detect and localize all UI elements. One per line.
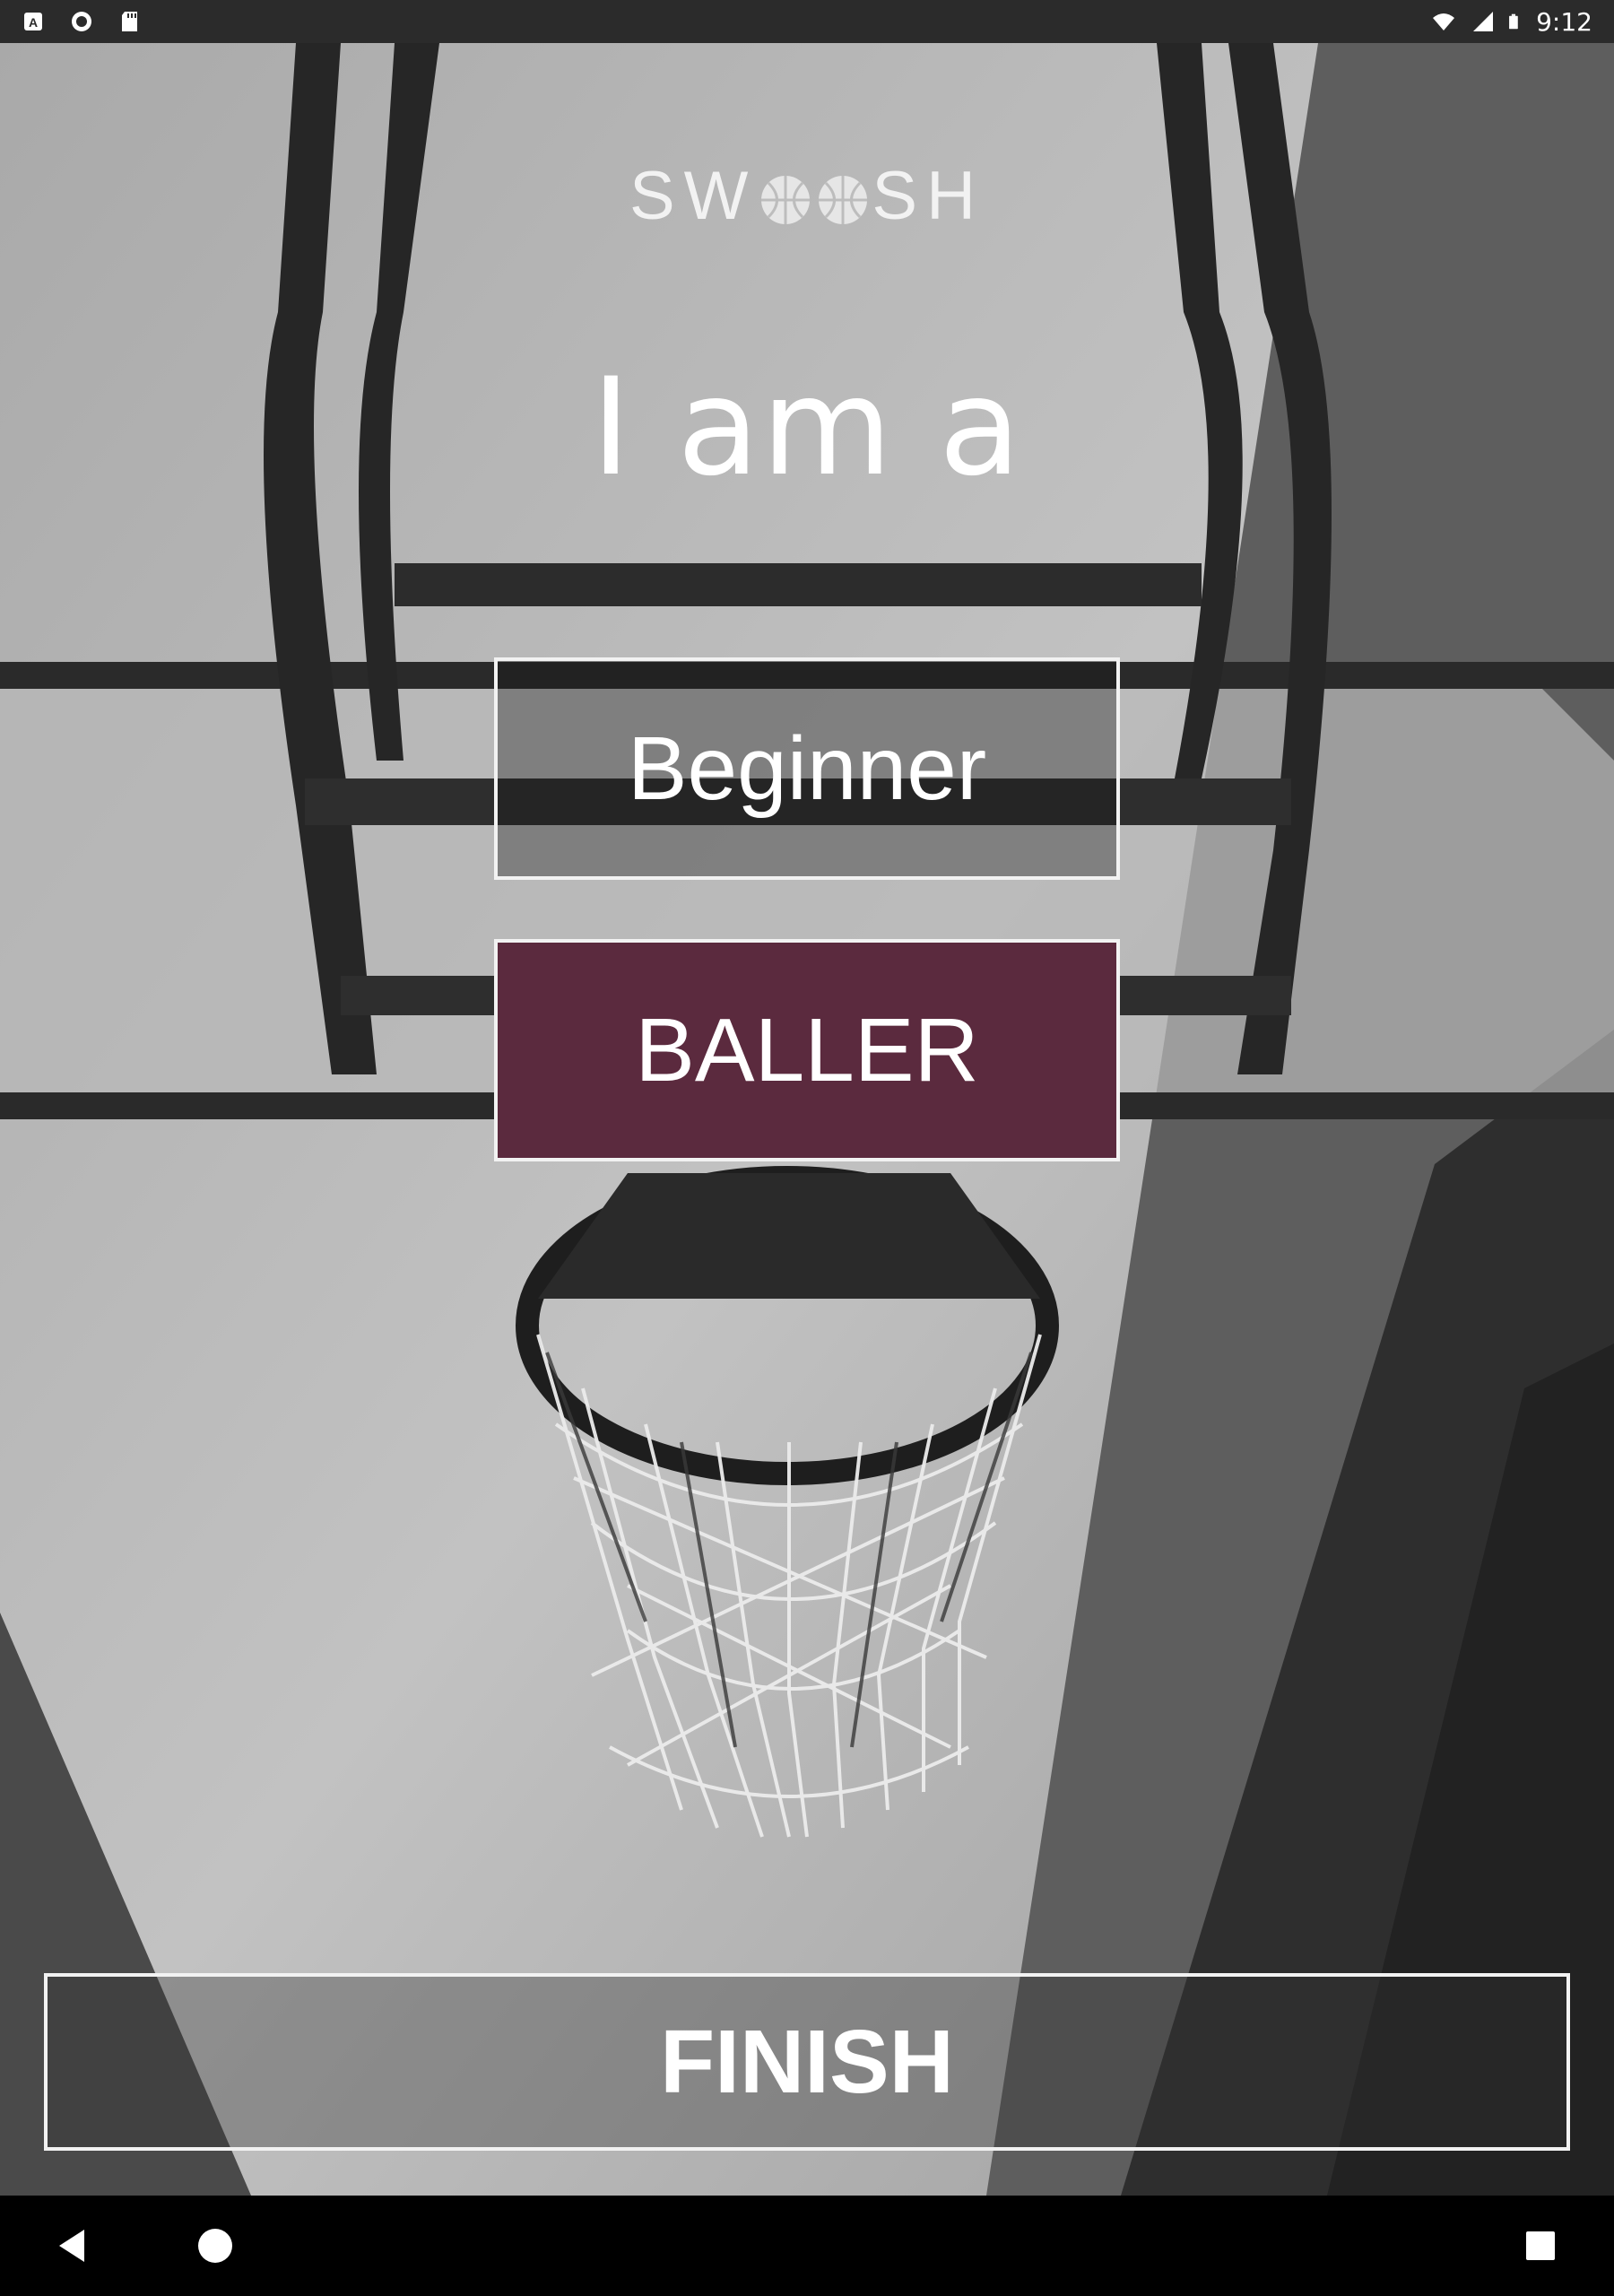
onboarding-screen: A 9:12 SW SH I am a Beginner BALLER FINI… — [0, 0, 1614, 2296]
status-left: A — [22, 10, 142, 33]
recents-icon[interactable] — [1515, 2221, 1566, 2271]
finish-button-label: FINISH — [660, 2011, 954, 2112]
home-icon[interactable] — [190, 2221, 240, 2271]
status-right: 9:12 — [1428, 7, 1592, 37]
beginner-button[interactable]: Beginner — [494, 657, 1120, 880]
back-icon[interactable] — [47, 2221, 97, 2271]
signal-icon — [1473, 12, 1494, 31]
logo-text-start: SW — [629, 158, 758, 234]
basketball-icon — [819, 176, 868, 224]
circle-icon — [72, 12, 91, 31]
a-icon: A — [24, 13, 42, 30]
page-title: I am a — [591, 350, 1023, 506]
logo-text-end: SH — [872, 158, 985, 234]
status-time: 9:12 — [1536, 6, 1592, 37]
beginner-button-label: Beginner — [627, 718, 987, 819]
wifi-icon — [1433, 13, 1455, 30]
swoosh-logo: SW SH — [0, 157, 1614, 235]
svg-text:A: A — [29, 15, 38, 30]
finish-button[interactable]: FINISH — [44, 1973, 1570, 2151]
baller-button[interactable]: BALLER — [494, 939, 1120, 1161]
status-bar: A 9:12 — [0, 0, 1614, 43]
sd-card-icon — [122, 12, 137, 31]
baller-button-label: BALLER — [635, 999, 979, 1100]
battery-icon — [1509, 13, 1518, 30]
navigation-bar — [0, 2196, 1614, 2296]
basketball-icon — [761, 176, 811, 224]
